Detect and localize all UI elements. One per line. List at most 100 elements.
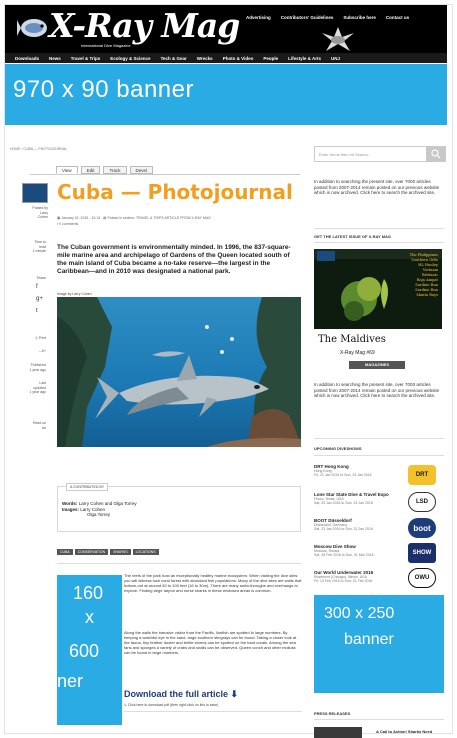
nav-wrecks[interactable]: Wrecks: [197, 56, 213, 61]
tag-cuba[interactable]: CUBA: [57, 549, 73, 555]
print-label: Print: [38, 336, 46, 340]
published-value: 1 year ago: [29, 367, 46, 372]
search-button[interactable]: [426, 146, 446, 162]
fish-logo-icon: [17, 19, 47, 37]
nav-unj[interactable]: UNJ: [331, 56, 340, 61]
issue-number[interactable]: X-Ray Mag #69: [340, 350, 375, 356]
folder-icon: ▤: [103, 216, 107, 220]
comments-label: 0 comments: [59, 222, 79, 226]
author-avatar[interactable]: [22, 183, 48, 203]
cover-line: Manta Rays: [416, 293, 438, 297]
diveshow-item[interactable]: DRT Hong Kong Hong Kong Fri, 21 Jan 2016…: [314, 464, 406, 477]
site-logo[interactable]: X-Ray Mag: [49, 7, 240, 45]
breadcrumb[interactable]: HOME / CUBA — PHOTOJOURNAL: [10, 147, 67, 151]
top-banner-label: 970 x 90 banner: [13, 76, 194, 103]
magazine-cover[interactable]: The Philippines Southern Gifts HL Hunley…: [314, 249, 442, 329]
left-banner-ad[interactable]: 160 x 600 banner: [27, 575, 122, 725]
download-article-link[interactable]: Download the full article ⬇: [124, 689, 238, 700]
moscow-show-logo[interactable]: SHOW: [408, 543, 436, 563]
facebook-icon[interactable]: f: [36, 284, 38, 290]
drt-logo[interactable]: DRT: [408, 465, 436, 485]
images-label: Images:: [62, 506, 80, 512]
nav-ecology[interactable]: Ecology & Science: [110, 56, 150, 61]
tab-track[interactable]: Track: [103, 166, 127, 174]
shark-photo-svg: [57, 297, 301, 447]
last-updated-info: Last updated 1 year ago: [20, 381, 46, 395]
article-title: Cuba — Photojournal: [57, 180, 293, 204]
nav-news[interactable]: News: [49, 56, 61, 61]
nav-photo[interactable]: Photo & Video: [223, 56, 254, 61]
cover-lines: The Philippines Southern Gifts HL Hunley…: [410, 253, 438, 298]
magazines-button[interactable]: MAGAZINES: [349, 361, 405, 369]
published-info: Published 1 year ago: [20, 363, 46, 372]
tab-view[interactable]: View: [56, 166, 78, 174]
tab-devel[interactable]: Devel: [129, 166, 154, 174]
diveshow-item[interactable]: BOOT Düsseldorf Düsseldorf, Germany Sat,…: [314, 518, 406, 531]
google-plus-icon[interactable]: g+: [36, 296, 43, 302]
show-date: Fri, 19 Feb 2016 to Sun, 21 Feb 2016: [314, 579, 373, 583]
tag-locations[interactable]: LOCATIONS: [132, 549, 159, 555]
nav-travel[interactable]: Travel & Trips: [71, 56, 101, 61]
logo-tagline: International Dive Magazine: [81, 43, 131, 48]
nav-downloads[interactable]: Downloads: [15, 56, 39, 61]
top-link-advertising[interactable]: Advertising: [246, 15, 271, 20]
owu-logo[interactable]: OWU: [408, 568, 436, 588]
print-button[interactable]: ⎙ Print: [20, 336, 46, 341]
left-banner-label-1: 160: [73, 583, 104, 603]
right-banner-label-1: 300 x 250: [324, 605, 395, 622]
divider: [314, 719, 444, 720]
top-link-subscribe[interactable]: Subscribe here: [343, 15, 376, 20]
comments-count[interactable]: ▪ 0 comments: [57, 222, 78, 226]
download-pdf-link[interactable]: ↳ Click here to download pdf (then right…: [124, 703, 218, 707]
diveshow-item[interactable]: Lone Star State Dive & Travel Expo Frisc…: [314, 492, 406, 505]
divider: [124, 711, 302, 712]
press-thumbnail[interactable]: [314, 727, 362, 738]
diveshow-item[interactable]: Our World Underwater 2016 Rosemont (Chic…: [314, 570, 406, 583]
top-link-guidelines[interactable]: Contributors' Guidelines: [281, 15, 334, 20]
nav-lifestyle[interactable]: Lifestyle & Arts: [288, 56, 321, 61]
article-category[interactable]: Posted in section: TRAVEL & TRIPS ARTICL…: [107, 216, 210, 220]
posted-by: Posted by Larry Cohen: [22, 206, 48, 220]
top-link-contact[interactable]: Contact us: [386, 15, 409, 20]
left-banner-label-2: x: [85, 607, 94, 627]
press-release-link[interactable]: A Call to Action! Sharks Need: [376, 729, 432, 734]
contributors-box: A CONTRIBUTED BY Words: Larry Cohen and …: [57, 483, 301, 532]
contributors-text: Words: Larry Cohen and Olga Torrey Image…: [62, 501, 137, 518]
press-releases-heading: PRESS RELEASES: [314, 711, 351, 716]
body-paragraph-1: The reefs of the park host an exceptiona…: [124, 573, 302, 593]
tag-sharks[interactable]: SHARKS: [110, 549, 131, 555]
article-tags: CUBA CONSERVATION SHARKS LOCATIONS: [57, 549, 159, 555]
show-date: Fri, 21 Jan 2016 to Sun, 23 Jan 2016: [314, 473, 372, 477]
article-meta: ▣ January 02, 2015 - 10:13 ▤ Posted in s…: [57, 216, 211, 220]
top-banner-ad[interactable]: 970 x 90 banner: [5, 64, 447, 125]
show-date: Sat, 28 Feb 2016 to Sun, 01 Mar 2016: [314, 553, 374, 557]
nav-people[interactable]: People: [263, 56, 278, 61]
images-value-2: Olga Torrey: [87, 512, 111, 517]
show-date: Sat, 23 Jan 2016 to Sun, 31 Jan 2016: [314, 527, 373, 531]
font-size-toggle[interactable]: – A+: [20, 349, 46, 354]
boot-logo[interactable]: boot: [408, 518, 436, 538]
contributors-head[interactable]: A CONTRIBUTED BY: [66, 483, 109, 491]
latest-issue-heading: GET THE LATEST ISSUE OF X-RAY MAG: [314, 234, 392, 239]
shark-photo[interactable]: [57, 297, 301, 447]
diveshow-item[interactable]: Moscow Dive Show Moscow, Russia Sat, 28 …: [314, 544, 406, 557]
cover-title: The Maldives: [318, 334, 386, 345]
right-banner-ad[interactable]: 300 x 250 banner: [314, 595, 444, 693]
share-label: Share: [36, 276, 46, 280]
divider: [314, 438, 444, 439]
tag-conservation[interactable]: CONSERVATION: [74, 549, 109, 555]
archive-info-1: In addition to searching the present sit…: [314, 179, 440, 195]
article-date: January 02, 2015 - 10:13: [61, 216, 101, 220]
words-label: Words:: [62, 501, 78, 506]
show-date: Sat, 23 Jan 2016 to Sun, 24 Jan 2016: [314, 501, 373, 505]
article-tabs: View Edit Track Devel: [56, 166, 154, 174]
tab-edit[interactable]: Edit: [80, 166, 101, 174]
diveshows-heading: UPCOMING DIVESHOWS: [314, 446, 362, 451]
archive-info-2: In addition to searching the present sit…: [314, 382, 440, 398]
twitter-icon[interactable]: t: [36, 308, 38, 314]
author-last[interactable]: Cohen: [22, 215, 48, 220]
search-box: Enter terms then hit Search...: [314, 146, 446, 162]
search-input[interactable]: Enter terms then hit Search...: [319, 152, 371, 157]
lsd-logo[interactable]: LSD: [408, 492, 436, 512]
nav-tech[interactable]: Tech & Gear: [161, 56, 187, 61]
